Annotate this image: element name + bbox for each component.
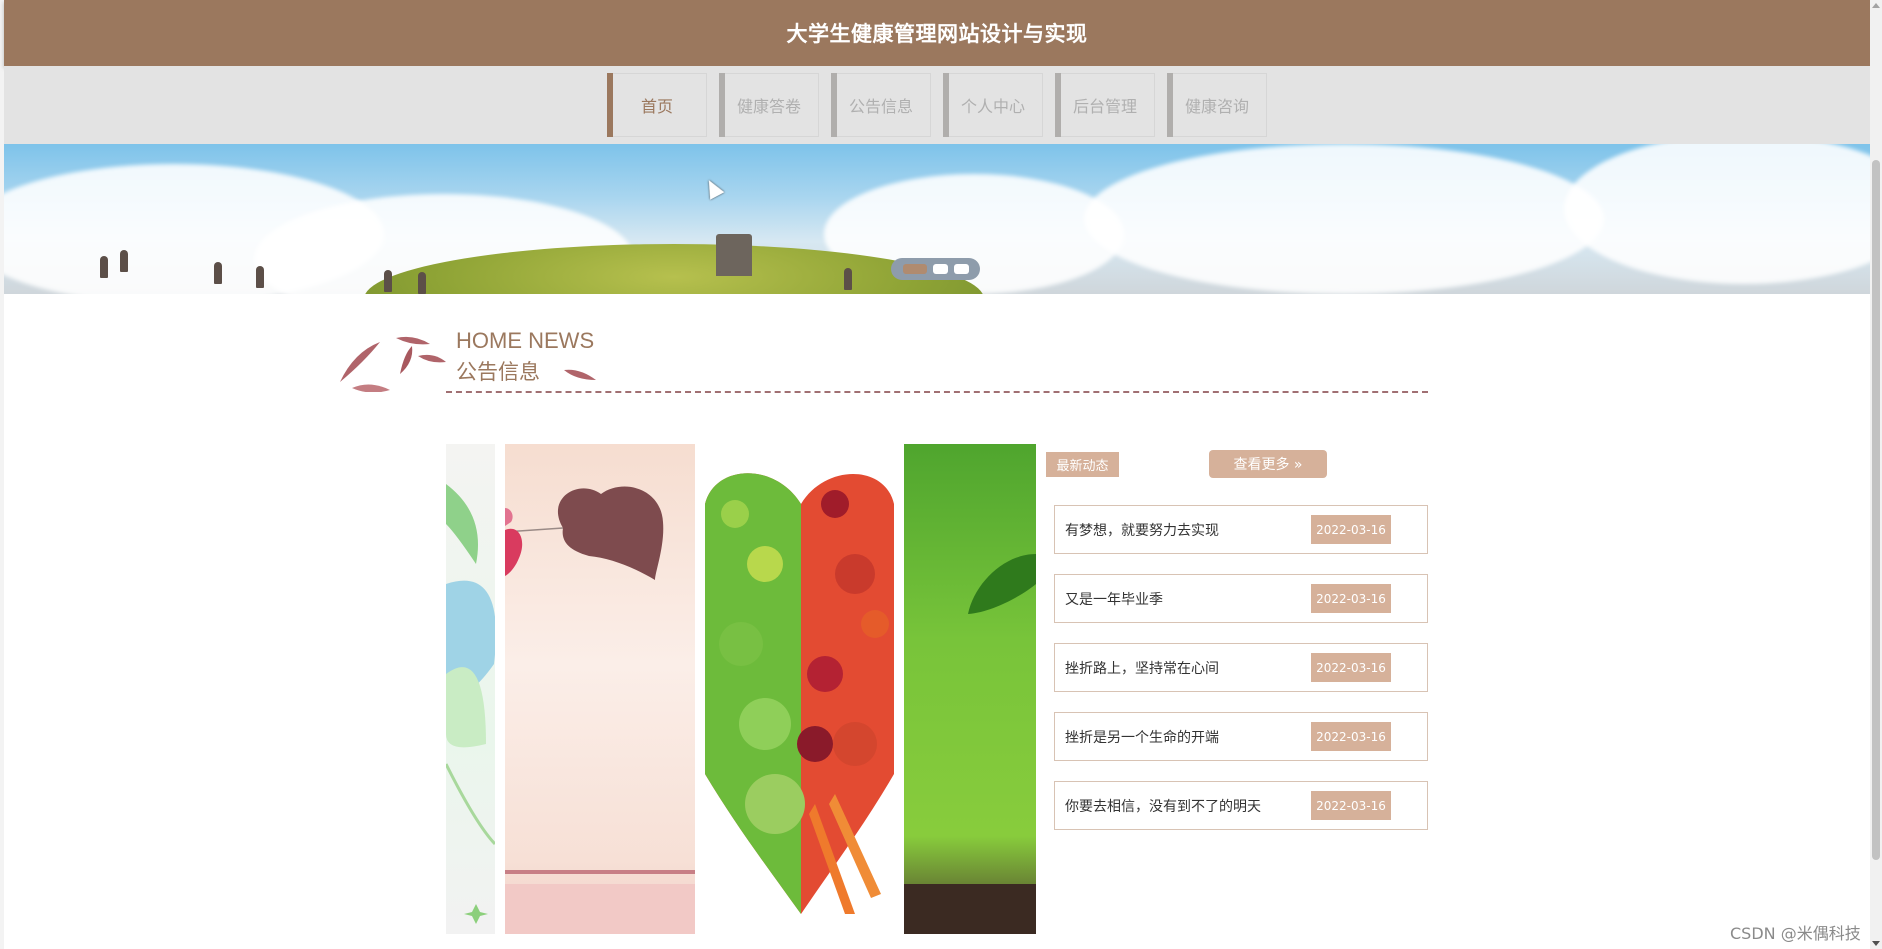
- nav-item-label: 首页: [640, 97, 673, 116]
- scroll-down-arrow-icon[interactable]: [1872, 941, 1880, 946]
- nav-item-health-consult[interactable]: 健康咨询: [1167, 73, 1267, 137]
- news-date-badge: 2022-03-16: [1311, 653, 1391, 682]
- watermark: CSDN @米偶科技: [1730, 924, 1861, 943]
- gallery-panel-clover[interactable]: [446, 444, 495, 934]
- clover-illustration-icon: [446, 484, 495, 924]
- section-title-cn: 公告信息: [456, 360, 540, 384]
- news-item[interactable]: 挫折路上，坚持常在心间 2022-03-16: [1054, 643, 1428, 692]
- nav-item-health-survey[interactable]: 健康答卷: [719, 73, 819, 137]
- banner-hiker: [214, 262, 222, 284]
- news-item[interactable]: 你要去相信，没有到不了的明天 2022-03-16: [1054, 781, 1428, 830]
- nav-item-admin[interactable]: 后台管理: [1055, 73, 1155, 137]
- news-title: 你要去相信，没有到不了的明天: [1065, 798, 1261, 815]
- banner-hiker: [120, 250, 128, 272]
- news-date-badge: 2022-03-16: [1311, 722, 1391, 751]
- news-title: 挫折路上，坚持常在心间: [1065, 660, 1219, 677]
- banner-hiker: [418, 272, 426, 294]
- news-image-gallery[interactable]: [446, 444, 1036, 934]
- news-date-badge: 2022-03-16: [1311, 584, 1391, 613]
- banner-cloud: [1084, 144, 1604, 294]
- news-item[interactable]: 挫折是另一个生命的开端 2022-03-16: [1054, 712, 1428, 761]
- news-date-badge: 2022-03-16: [1311, 515, 1391, 544]
- news-list: 有梦想，就要努力去实现 2022-03-16 又是一年毕业季 2022-03-1…: [1054, 505, 1428, 850]
- nav-item-label: 公告信息: [848, 97, 913, 116]
- view-more-button[interactable]: 查看更多 »: [1209, 450, 1327, 478]
- carousel-dot-2[interactable]: [932, 264, 948, 274]
- section-title-en: HOME NEWS: [456, 328, 595, 353]
- latest-news-badge: 最新动态: [1046, 452, 1119, 477]
- site-header: 大学生健康管理网站设计与实现: [4, 0, 1870, 66]
- site-title: 大学生健康管理网站设计与实现: [786, 21, 1088, 46]
- banner-cloud: [1564, 144, 1870, 284]
- carousel-dot-1[interactable]: [902, 264, 927, 274]
- nav-item-announcements[interactable]: 公告信息: [831, 73, 931, 137]
- nav-item-label: 健康答卷: [736, 97, 801, 116]
- news-title: 有梦想，就要努力去实现: [1065, 522, 1219, 539]
- main-nav: 首页 健康答卷 公告信息 个人中心 后台管理 健康咨询: [4, 66, 1870, 144]
- banner-hiker: [100, 256, 108, 278]
- section-divider: [446, 391, 1428, 393]
- gallery-panel-fruit-heart[interactable]: [705, 444, 894, 934]
- gallery-panel-heart-balloon[interactable]: [505, 444, 695, 934]
- banner-hiker: [844, 268, 852, 290]
- news-title: 又是一年毕业季: [1065, 591, 1163, 608]
- news-title: 挫折是另一个生命的开端: [1065, 729, 1219, 746]
- gallery-panel-sprout[interactable]: [904, 444, 1036, 934]
- view-more-label: 查看更多 »: [1233, 457, 1303, 473]
- latest-news-label: 最新动态: [1056, 459, 1109, 474]
- vertical-scrollbar[interactable]: [1870, 0, 1882, 949]
- sprout-leaf-icon: [904, 554, 1036, 934]
- heart-balloon-icon: [505, 486, 695, 934]
- banner-tower: [716, 234, 752, 276]
- nav-item-personal-center[interactable]: 个人中心: [943, 73, 1043, 137]
- leaf-icon: [564, 369, 596, 380]
- fruit-heart-icon: [705, 473, 894, 914]
- leaves-decoration-icon: [340, 336, 446, 392]
- banner-hiker: [384, 270, 392, 292]
- nav-item-label: 个人中心: [960, 97, 1025, 116]
- news-date-badge: 2022-03-16: [1311, 791, 1391, 820]
- nav-item-label: 健康咨询: [1184, 97, 1249, 116]
- carousel-dot-3[interactable]: [953, 264, 969, 274]
- nav-item-home[interactable]: 首页: [607, 73, 707, 137]
- nav-item-label: 后台管理: [1072, 97, 1137, 116]
- carousel-pagination: [891, 258, 980, 280]
- banner-hiker: [256, 266, 264, 288]
- scroll-up-arrow-icon[interactable]: [1872, 3, 1880, 8]
- news-item[interactable]: 有梦想，就要努力去实现 2022-03-16: [1054, 505, 1428, 554]
- scroll-thumb[interactable]: [1872, 160, 1880, 860]
- news-item[interactable]: 又是一年毕业季 2022-03-16: [1054, 574, 1428, 623]
